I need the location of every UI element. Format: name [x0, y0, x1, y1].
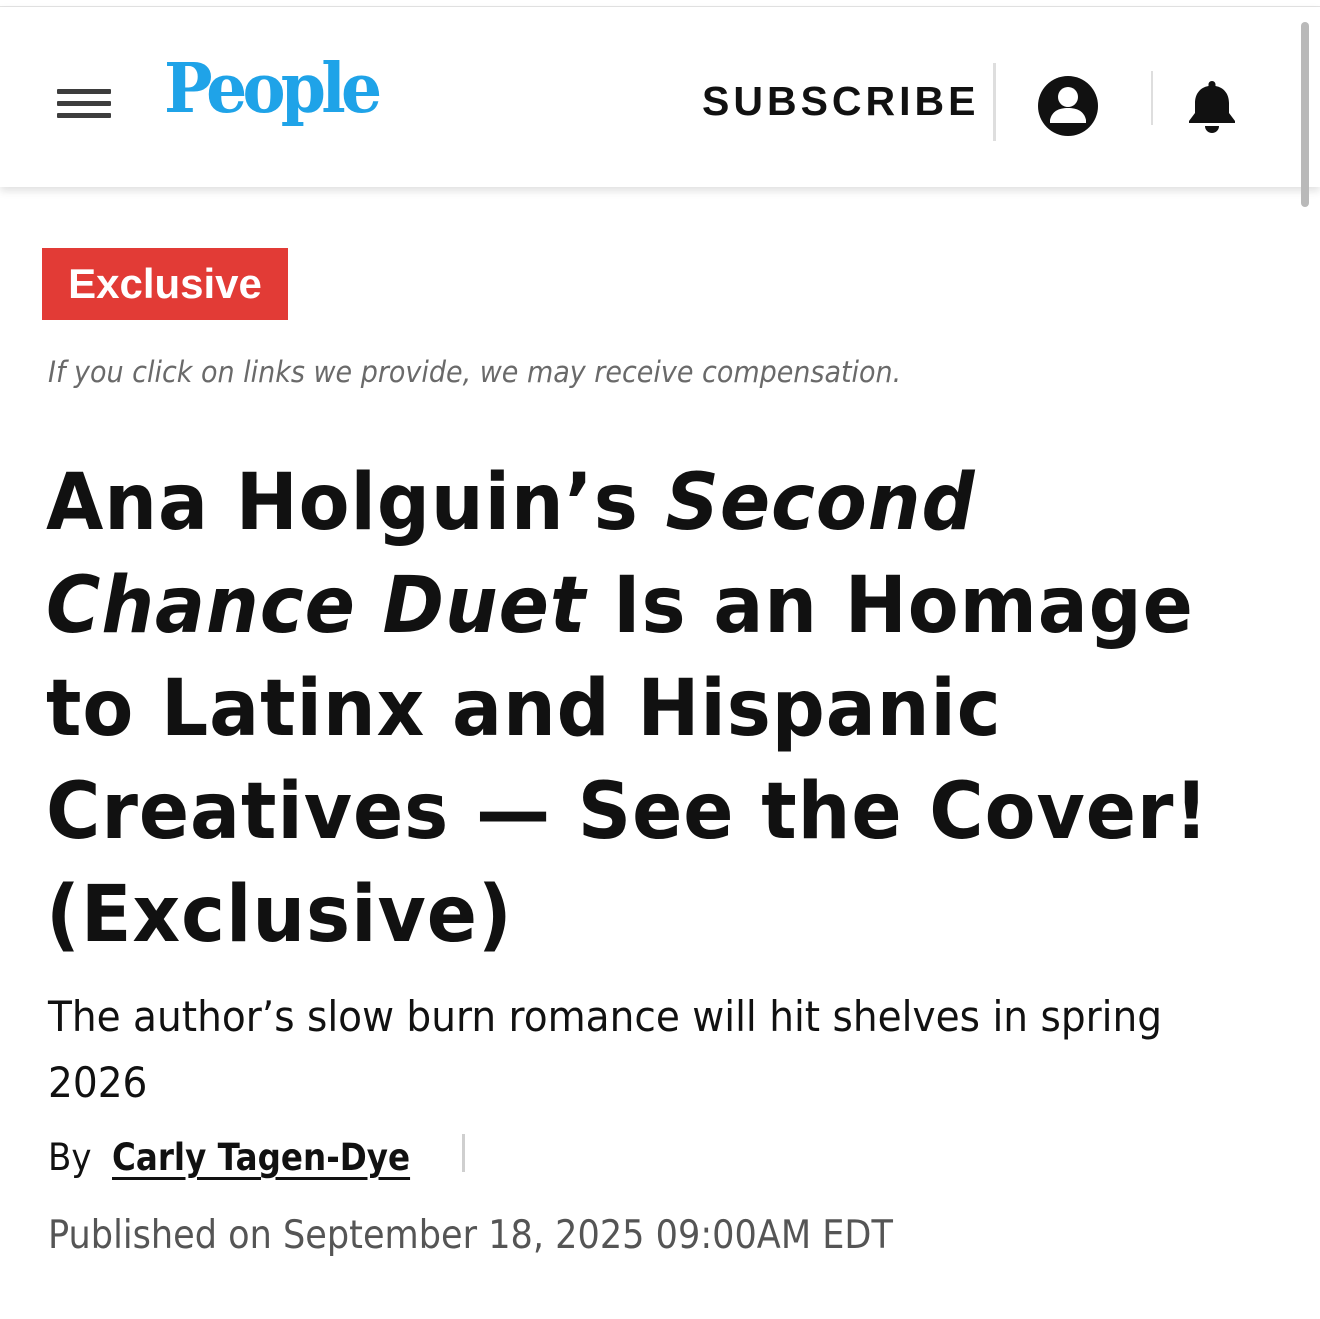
affiliate-disclaimer: If you click on links we provide, we may… — [48, 355, 902, 389]
header-divider — [993, 63, 996, 141]
headline-line-4: Creatives — See the Cover! — [46, 767, 1210, 857]
byline: By — [48, 1136, 95, 1186]
headline-line-3: to Latinx and Hispanic — [46, 664, 1002, 754]
byline-prefix: By — [48, 1136, 92, 1179]
article-subheadline: The author’s slow burn romance will hit … — [48, 992, 1163, 1107]
site-header: People SUBSCRIBE — [0, 7, 1320, 187]
people-logo[interactable]: People — [164, 55, 382, 123]
header-divider-2 — [1151, 71, 1153, 125]
byline-divider — [462, 1134, 465, 1172]
headline-line-1: Ana Holguin’s Second — [46, 458, 976, 548]
headline-line-5: (Exclusive) — [46, 870, 513, 960]
scrollbar-thumb[interactable] — [1301, 22, 1309, 207]
article-headline: Ana Holguin’s Second Chance Duet Is an H… — [46, 452, 1286, 967]
hamburger-menu-icon[interactable] — [55, 80, 113, 120]
subscribe-button[interactable]: SUBSCRIBE — [702, 81, 979, 122]
bell-icon[interactable] — [1184, 77, 1240, 135]
account-icon[interactable] — [1037, 75, 1099, 137]
publish-date: Published on September 18, 2025 09:00AM … — [48, 1213, 893, 1258]
exclusive-badge[interactable]: Exclusive — [42, 248, 288, 320]
author-link[interactable]: Carly Tagen-Dye — [112, 1136, 410, 1180]
headline-line-2: Chance Duet Is an Homage — [46, 561, 1194, 651]
